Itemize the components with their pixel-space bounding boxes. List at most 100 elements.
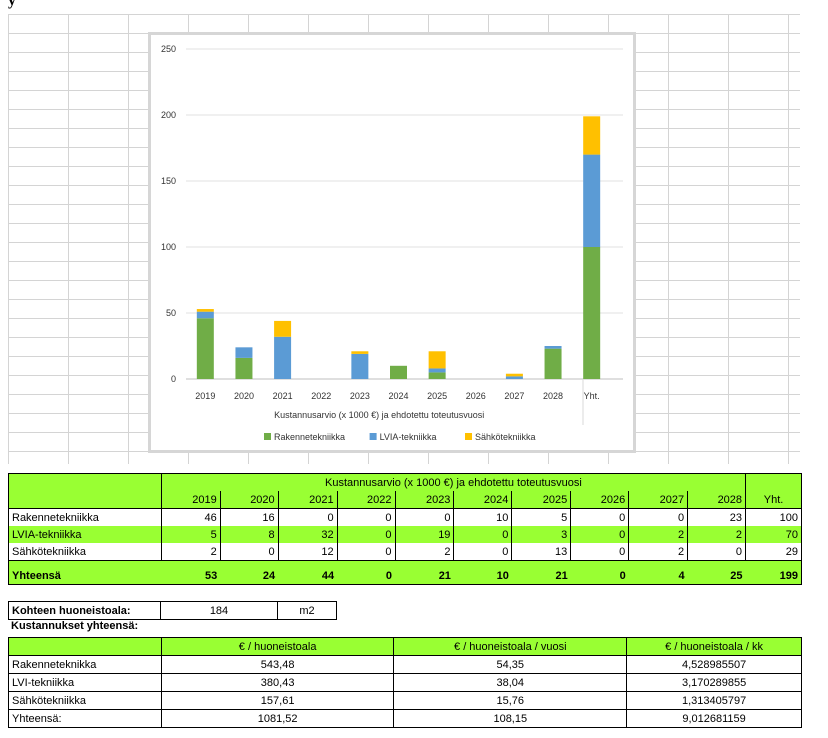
bar-segment[interactable] xyxy=(505,373,523,377)
bar-segment[interactable] xyxy=(196,318,214,379)
table-row: LVIA-tekniikka 5 8 32 0 19 0 3 0 2 2 70 xyxy=(8,526,802,543)
row-total: 70 xyxy=(745,526,802,543)
y-tick-label: 200 xyxy=(161,110,176,120)
bar-segment[interactable] xyxy=(544,346,562,349)
table-row: Rakennetekniikka 46 16 0 0 0 10 5 0 0 23 100 xyxy=(8,508,802,526)
cost-cell: 0 xyxy=(687,543,746,561)
cost-cell: 10 xyxy=(453,508,512,526)
bar-segment[interactable] xyxy=(196,309,214,312)
total-header: Yht. xyxy=(745,491,802,509)
x-tick-label: 2028 xyxy=(543,391,563,401)
year-header: 2026 xyxy=(570,491,629,509)
year-header: 2023 xyxy=(394,491,454,509)
sum-row: Yhteensä 53 24 44 0 21 10 21 0 4 25 199 xyxy=(8,567,802,585)
bar-segment[interactable] xyxy=(196,311,214,319)
year-header: 2027 xyxy=(628,491,688,509)
bar-segment[interactable] xyxy=(235,357,253,379)
per-area-cost-table: € / huoneistoala € / huoneistoala / vuosi… xyxy=(8,637,802,728)
sum-cell: 21 xyxy=(511,567,571,585)
x-tick-label: 2026 xyxy=(466,391,486,401)
x-tick-label: 2020 xyxy=(234,391,254,401)
bar-segment[interactable] xyxy=(428,368,446,373)
cost-cell: 19 xyxy=(394,526,454,543)
y-tick-label: 150 xyxy=(161,176,176,186)
row-total: 100 xyxy=(745,508,802,526)
x-tick-label: Yht. xyxy=(584,391,600,401)
bar-segment[interactable] xyxy=(428,351,446,369)
legend-swatch xyxy=(369,433,377,440)
cost-cell: 0 xyxy=(394,508,454,526)
cost-cell: 0 xyxy=(277,508,338,526)
row-total: 29 xyxy=(745,543,802,561)
cost-cell: 13 xyxy=(511,543,571,561)
stacked-bar-chart: 0 50 100 150 200 250 2019 2020 2021 2022 2023 2024… xyxy=(161,44,623,442)
cost-cell: 2 xyxy=(394,543,454,561)
cost-cell: 2 xyxy=(628,543,688,561)
table-row: Sähkötekniikka 2 0 12 0 2 0 13 0 2 0 29 xyxy=(8,543,802,561)
value-cell: 1,313405797 xyxy=(626,691,802,710)
bar-segment[interactable] xyxy=(390,365,407,379)
cost-cell: 3 xyxy=(511,526,571,543)
legend-swatch xyxy=(264,433,271,440)
bar-segment[interactable] xyxy=(583,247,601,379)
bar-segment[interactable] xyxy=(351,351,369,354)
bar-segment[interactable] xyxy=(505,376,523,379)
cost-cell: 12 xyxy=(277,543,338,561)
y-tick-label: 250 xyxy=(161,44,176,54)
sum-cell: 53 xyxy=(161,567,221,585)
table-row: LVI-tekniikka 380,43 38,04 3,170289855 xyxy=(8,673,802,692)
bar-segment[interactable] xyxy=(583,154,601,247)
area-table: Kohteen huoneistoala: 184 m2 xyxy=(8,601,337,620)
cost-cell: 16 xyxy=(219,508,279,526)
cost-cell: 23 xyxy=(687,508,746,526)
row-label: Yhteensä: xyxy=(8,709,162,728)
bar-segment[interactable] xyxy=(428,372,446,379)
legend-label: Sähkötekniikka xyxy=(475,432,536,442)
cost-cell: 2 xyxy=(628,526,688,543)
cost-cell: 0 xyxy=(453,526,512,543)
chart-container[interactable]: 0 50 100 150 200 250 2019 2020 2021 2022 2023 2024… xyxy=(148,32,636,453)
x-tick-label: 2019 xyxy=(195,391,215,401)
value-cell: 4,528985507 xyxy=(626,655,802,674)
cost-cell: 32 xyxy=(277,526,338,543)
sum-label: Yhteensä xyxy=(8,567,162,585)
year-header: 2024 xyxy=(453,491,512,509)
value-cell: 543,48 xyxy=(160,655,395,674)
value-cell: 54,35 xyxy=(393,655,628,674)
y-tick-label: 0 xyxy=(171,374,176,384)
value-cell: 9,012681159 xyxy=(626,709,802,728)
bar-segment[interactable] xyxy=(274,336,292,379)
cost-estimate-table: Kustannusarvio (x 1000 €) ja ehdotettu t… xyxy=(8,473,802,585)
x-tick-label: 2022 xyxy=(311,391,331,401)
cost-cell: 0 xyxy=(570,526,629,543)
clipped-heading: y xyxy=(8,0,16,9)
sum-total: 199 xyxy=(745,567,802,585)
sum-cell: 4 xyxy=(628,567,688,585)
sum-cell: 24 xyxy=(220,567,279,585)
bar-segment[interactable] xyxy=(235,347,253,358)
cost-cell: 2 xyxy=(160,543,221,561)
legend-label: Rakennetekniikka xyxy=(274,432,345,442)
bar-segment[interactable] xyxy=(274,320,292,337)
legend-swatch xyxy=(465,433,472,440)
sum-cell: 0 xyxy=(337,567,396,585)
y-tick-label: 100 xyxy=(161,242,176,252)
row-label: Rakenneteknikka xyxy=(8,655,162,674)
x-axis-title: Kustannusarvio (x 1000 €) ja ehdotettu t… xyxy=(274,410,484,420)
bar-segment[interactable] xyxy=(544,348,562,379)
bar-segment[interactable] xyxy=(351,353,369,379)
cost-cell: 5 xyxy=(160,526,221,543)
row-label: Rakennetekniikka xyxy=(8,508,162,526)
x-tick-label: 2027 xyxy=(504,391,524,401)
sum-cell: 10 xyxy=(453,567,512,585)
year-header: 2022 xyxy=(336,491,396,509)
cost-cell: 0 xyxy=(628,508,688,526)
cost-cell: 5 xyxy=(511,508,571,526)
y-tick-label: 50 xyxy=(166,308,176,318)
table-row: Sähkötekniikka 157,61 15,76 1,313405797 xyxy=(8,691,802,710)
bar-segment[interactable] xyxy=(583,116,601,155)
x-tick-label: 2024 xyxy=(388,391,408,401)
x-tick-label: 2025 xyxy=(427,391,447,401)
cost-cell: 0 xyxy=(336,508,396,526)
year-header: 2019 xyxy=(160,491,221,509)
